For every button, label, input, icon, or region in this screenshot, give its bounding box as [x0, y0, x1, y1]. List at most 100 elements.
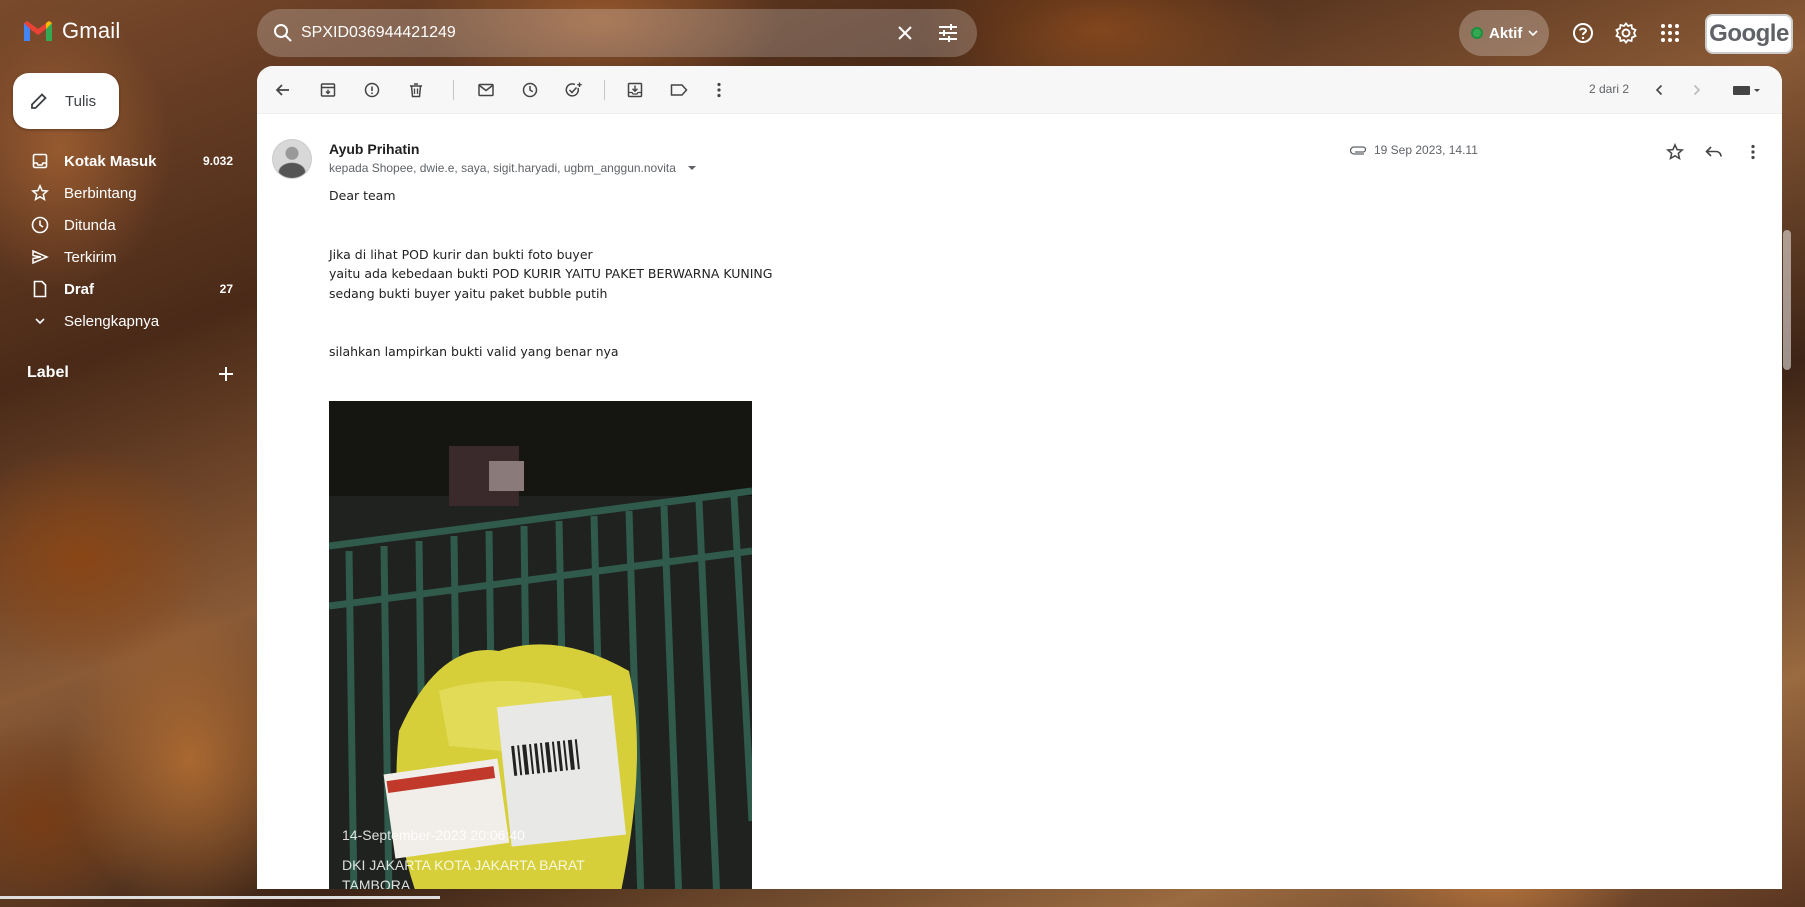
photo-district: TAMBORA	[342, 877, 411, 889]
sidebar-item-label: Ditunda	[64, 216, 116, 234]
inline-photo[interactable]: 14-September-2023 20:06:40 DKI JAKARTA K…	[329, 401, 752, 889]
more-vert-icon	[1751, 144, 1755, 160]
draft-icon	[30, 279, 50, 299]
arrow-back-icon	[275, 84, 289, 96]
sidebar-item-label: Selengkapnya	[64, 312, 160, 330]
plus-icon[interactable]	[215, 363, 237, 385]
move-to-button[interactable]	[619, 74, 651, 106]
apps-button[interactable]	[1654, 17, 1686, 49]
scrollbar[interactable]	[1783, 230, 1791, 370]
search-options-button[interactable]	[932, 17, 964, 49]
back-button[interactable]	[267, 74, 299, 106]
sidebar-item-label: Kotak Masuk	[64, 152, 157, 170]
star-icon	[1666, 143, 1684, 161]
label-button[interactable]	[663, 74, 695, 106]
attachment-icon	[1350, 146, 1367, 155]
add-task-button[interactable]	[558, 74, 590, 106]
bottom-strip	[0, 896, 440, 899]
star-icon	[30, 183, 50, 203]
labels-heading: Label	[27, 364, 69, 381]
delete-button[interactable]	[400, 74, 432, 106]
move-to-inbox-icon	[627, 82, 643, 98]
star-button[interactable]	[1659, 136, 1691, 168]
chevron-down-icon	[30, 311, 50, 331]
toolbar-divider	[604, 80, 605, 100]
sidebar-item-drafts[interactable]: Draf 27	[0, 273, 245, 305]
body-line: yaitu ada kebedaan bukti POD KURIR YAITU…	[329, 266, 773, 281]
status-selector[interactable]: Aktif	[1459, 10, 1549, 56]
message-toolbar: 2 dari 2	[257, 66, 1782, 114]
date-text: 19 Sep 2023, 14.11	[1374, 143, 1478, 157]
apps-grid-icon	[1661, 24, 1679, 42]
sidebar-item-starred[interactable]: Berbintang	[0, 177, 245, 209]
sidebar-nav: Kotak Masuk 9.032 Berbintang Ditunda Ter…	[0, 145, 245, 337]
input-tools-button[interactable]	[1725, 74, 1769, 106]
archive-icon	[320, 83, 336, 97]
send-icon	[30, 247, 50, 267]
inbox-icon	[30, 151, 50, 171]
help-icon	[1573, 23, 1593, 43]
chevron-right-icon	[1693, 84, 1701, 96]
photo-location: DKI JAKARTA KOTA JAKARTA BARAT	[342, 857, 585, 873]
sidebar-item-inbox[interactable]: Kotak Masuk 9.032	[0, 145, 245, 177]
sender-name[interactable]: Ayub Prihatin	[329, 141, 420, 157]
mail-icon	[478, 83, 494, 97]
photo-timestamp: 14-September-2023 20:06:40	[342, 827, 525, 843]
gear-icon	[1615, 22, 1637, 44]
body-line: Jika di lihat POD kurir dan bukti foto b…	[329, 246, 593, 262]
sidebar-item-more[interactable]: Selengkapnya	[0, 305, 245, 337]
message-body: Dear team Jika di lihat POD kurir dan bu…	[329, 186, 772, 362]
search-icon[interactable]	[271, 21, 295, 45]
gmail-logo[interactable]: Gmail	[22, 18, 120, 44]
sidebar-item-label: Berbintang	[64, 184, 137, 202]
status-label: Aktif	[1489, 24, 1523, 42]
next-message-button[interactable]	[1681, 74, 1713, 106]
label-icon	[670, 84, 688, 96]
sidebar-item-label: Terkirim	[64, 248, 117, 266]
more-vert-icon	[717, 82, 721, 98]
archive-button[interactable]	[312, 74, 344, 106]
chevron-down-icon	[1528, 30, 1538, 37]
pager-text: 2 dari 2	[1589, 82, 1630, 96]
search-input[interactable]	[301, 17, 821, 49]
recipients-line: kepada Shopee, dwie.e, saya, sigit.harya…	[329, 161, 698, 175]
clock-icon	[30, 215, 50, 235]
sidebar-item-sent[interactable]: Terkirim	[0, 241, 245, 273]
toolbar-divider	[453, 80, 454, 100]
compose-button[interactable]: Tulis	[13, 73, 119, 129]
keyboard-icon	[1733, 86, 1760, 95]
reply-button[interactable]	[1698, 136, 1730, 168]
top-bar: Gmail Aktif	[0, 0, 1805, 66]
body-line: sedang bukti buyer yaitu paket bubble pu…	[329, 285, 608, 301]
avatar[interactable]	[272, 139, 312, 179]
report-spam-button[interactable]	[356, 74, 388, 106]
trash-icon	[410, 83, 422, 98]
caret-down-icon[interactable]	[686, 163, 698, 173]
body-line: silahkan lampirkan bukti valid yang bena…	[329, 344, 619, 359]
clear-search-button[interactable]	[889, 17, 921, 49]
clock-icon	[522, 82, 538, 98]
sidebar-item-label: Draf	[64, 280, 95, 298]
pencil-icon	[31, 93, 47, 109]
prev-message-button[interactable]	[1643, 74, 1675, 106]
app-title: Gmail	[62, 18, 121, 43]
message-panel: 2 dari 2 Ayub Prihatin kepada Shopee, dw…	[257, 66, 1782, 889]
gmail-m-icon	[24, 21, 52, 41]
compose-label: Tulis	[65, 92, 97, 110]
add-task-icon	[565, 82, 582, 97]
tune-icon	[939, 24, 957, 42]
settings-button[interactable]	[1610, 17, 1642, 49]
recipients-text: kepada Shopee, dwie.e, saya, sigit.harya…	[329, 161, 676, 175]
snooze-button[interactable]	[514, 74, 546, 106]
mark-unread-button[interactable]	[470, 74, 502, 106]
unread-count: 9.032	[202, 154, 233, 168]
search-bar[interactable]	[257, 9, 977, 57]
message-date: 19 Sep 2023, 14.11	[1350, 143, 1478, 157]
google-account-badge[interactable]: Google	[1705, 14, 1793, 54]
body-line: Dear team	[329, 188, 396, 203]
more-actions-button[interactable]	[703, 74, 735, 106]
help-button[interactable]	[1567, 17, 1599, 49]
report-icon	[364, 82, 380, 98]
message-more-button[interactable]	[1737, 136, 1769, 168]
sidebar-item-snoozed[interactable]: Ditunda	[0, 209, 245, 241]
